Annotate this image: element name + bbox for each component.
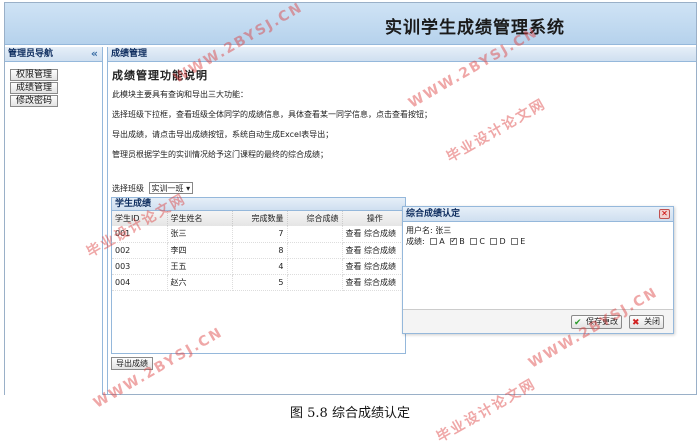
description-line: 选择班级下拉框，查看班级全体同学的成绩信息，具体查看某一同学信息，点击查看按钮； (112, 110, 432, 119)
description-line: 此模块主要具有查询和导出三大功能： (112, 90, 248, 99)
dialog-user: 用户名: 张三 (406, 226, 452, 235)
sidebar-title: 管理员导航 (8, 49, 54, 59)
cell-actions: 查看 综合成绩 (342, 258, 405, 275)
description-line: 导出成绩，请点击导出成绩按钮，系统自动生成Excel表导出； (112, 130, 334, 139)
description-line: 管理员根据学生的实训情况给予这门课程的最终的综合成绩； (112, 150, 328, 159)
grade-option-label: A (439, 237, 445, 246)
cancel-icon: ✖ (632, 318, 640, 328)
table-row: 002 李四 8 查看 综合成绩 (112, 242, 405, 259)
grade-checkbox-a[interactable] (430, 237, 438, 245)
cell-actions: 查看 综合成绩 (342, 226, 405, 243)
cell-score (287, 226, 343, 243)
table-row: 003 王五 4 查看 综合成绩 (112, 258, 405, 275)
table-row: 001 张三 7 查看 综合成绩 (112, 226, 405, 243)
table-row: 004 赵六 5 查看 综合成绩 (112, 274, 405, 291)
app-header: 实训学生成绩管理系统 (5, 3, 696, 45)
main-panel-title: 成绩管理 (111, 49, 148, 59)
sidebar-nav: 权限管理 成绩管理 修改密码 (5, 62, 102, 107)
column-header-count[interactable]: 完成数量 (232, 211, 288, 226)
close-icon[interactable]: ✕ (659, 209, 670, 219)
dialog-title: 综合成绩认定 (406, 209, 461, 219)
cell-score (287, 242, 343, 259)
grade-option-label: E (520, 237, 526, 246)
cell-count: 7 (232, 226, 288, 243)
chevron-down-icon: ▾ (186, 184, 191, 193)
view-link[interactable]: 查看 (346, 229, 362, 238)
close-button[interactable]: ✖ 关闭 (629, 315, 664, 329)
grade-checkbox-c[interactable] (470, 237, 478, 245)
cell-name: 赵六 (167, 274, 233, 291)
grade-link[interactable]: 综合成绩 (364, 229, 396, 238)
cell-name: 张三 (167, 226, 233, 243)
grade-checkbox-e[interactable] (511, 237, 519, 245)
class-select-label: 选择班级 (112, 184, 144, 193)
cell-count: 5 (232, 274, 288, 291)
sidebar-header: 管理员导航 « (5, 47, 102, 62)
close-label: 关闭 (644, 317, 660, 326)
cell-actions: 查看 综合成绩 (342, 242, 405, 259)
sidebar: 管理员导航 « 权限管理 成绩管理 修改密码 (5, 47, 103, 395)
cell-score (287, 274, 343, 291)
grade-checkbox-d[interactable] (490, 237, 498, 245)
cell-id: 004 (112, 274, 168, 291)
dialog-header: 综合成绩认定 ✕ (403, 207, 673, 222)
description: 此模块主要具有查询和导出三大功能： 选择班级下拉框，查看班级全体同学的成绩信息，… (111, 90, 693, 160)
view-link[interactable]: 查看 (346, 246, 362, 255)
grade-option-label: B (459, 237, 465, 246)
cell-score (287, 258, 343, 275)
grade-options: 成绩: A B C D E (406, 235, 670, 247)
cell-id: 003 (112, 258, 168, 275)
grade-option-label: D (499, 237, 506, 246)
grade-checkbox-b[interactable] (450, 235, 458, 246)
grade-link[interactable]: 综合成绩 (364, 246, 396, 255)
column-header-score[interactable]: 综合成绩 (287, 211, 343, 226)
view-link[interactable]: 查看 (346, 262, 362, 271)
column-header-name[interactable]: 学生姓名 (167, 211, 233, 226)
sidebar-item-grades[interactable]: 成绩管理 (10, 82, 58, 94)
cell-count: 4 (232, 258, 288, 275)
grade-label: 成绩: (406, 237, 425, 246)
cell-name: 李四 (167, 242, 233, 259)
grade-link[interactable]: 综合成绩 (364, 262, 396, 271)
grade-dialog: 综合成绩认定 ✕ 用户名: 张三 成绩: A B C D E ✔ 保存更改 ✖ … (402, 206, 674, 334)
collapse-icon[interactable]: « (91, 47, 98, 61)
sidebar-item-password[interactable]: 修改密码 (10, 95, 58, 107)
cell-name: 王五 (167, 258, 233, 275)
sidebar-item-permissions[interactable]: 权限管理 (10, 69, 58, 81)
grade-option-label: C (479, 237, 485, 246)
cell-count: 8 (232, 242, 288, 259)
cell-actions: 查看 综合成绩 (342, 274, 405, 291)
column-header-actions[interactable]: 操作 (342, 211, 405, 226)
grade-link[interactable]: 综合成绩 (364, 278, 396, 287)
view-link[interactable]: 查看 (346, 278, 362, 287)
